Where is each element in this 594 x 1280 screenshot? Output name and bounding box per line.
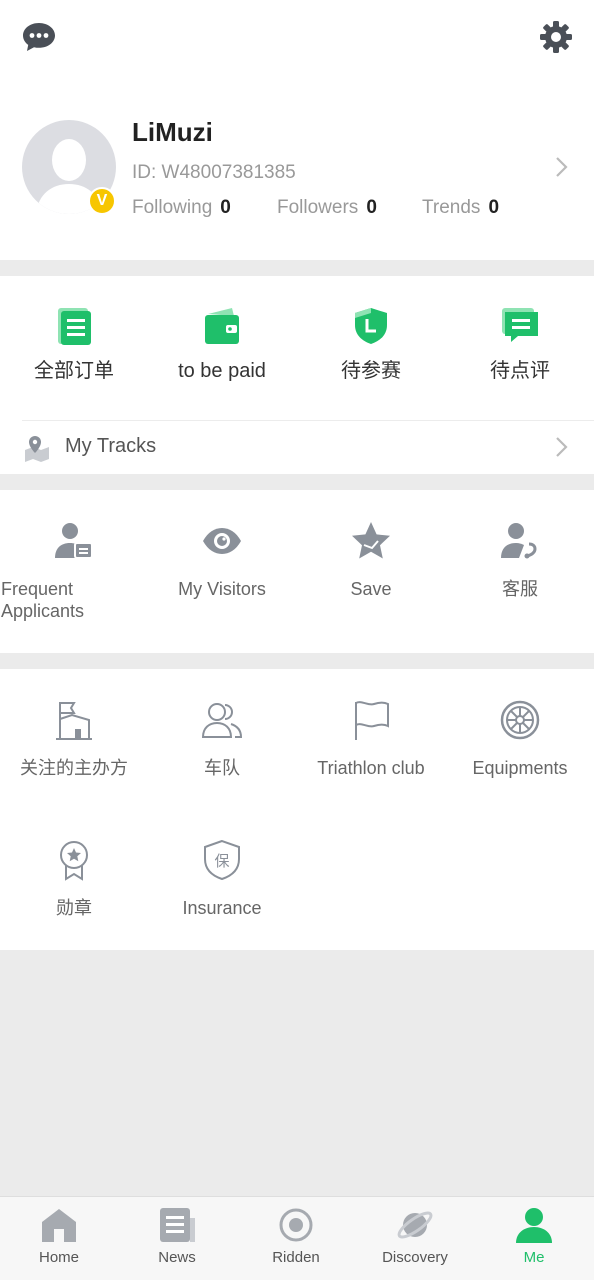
flag-icon bbox=[355, 701, 389, 740]
insurance-label: Insurance bbox=[182, 898, 262, 918]
stat-followers[interactable]: Followers 0 bbox=[277, 197, 377, 219]
my-tracks-label: My Tracks bbox=[65, 435, 157, 457]
me-icon bbox=[516, 1208, 552, 1243]
triathlon-label: Triathlon club bbox=[317, 758, 425, 778]
team-label: 车队 bbox=[204, 758, 240, 778]
order-label: 全部订单 bbox=[34, 360, 114, 382]
order-label: to be paid bbox=[178, 360, 266, 382]
medals-button[interactable]: 勋章 bbox=[0, 839, 148, 919]
chevron-right-icon bbox=[556, 437, 568, 457]
service-label: 客服 bbox=[502, 579, 538, 599]
shield-l-icon bbox=[355, 308, 387, 344]
save-button[interactable]: Save bbox=[297, 520, 445, 600]
stat-following[interactable]: Following 0 bbox=[132, 197, 231, 219]
team-icon bbox=[201, 703, 243, 738]
applicants-label: Frequent Applicants bbox=[1, 579, 85, 621]
news-icon bbox=[160, 1208, 195, 1242]
order-list-icon bbox=[58, 308, 91, 345]
order-label: 待参赛 bbox=[341, 360, 401, 382]
settings-gear-icon[interactable] bbox=[536, 17, 576, 57]
stat-label: Trends bbox=[422, 197, 481, 218]
tab-me[interactable]: Me bbox=[475, 1197, 593, 1280]
medals-label: 勋章 bbox=[56, 898, 92, 918]
customer-service-icon bbox=[501, 523, 537, 559]
tab-discovery[interactable]: Discovery bbox=[356, 1197, 474, 1280]
equipments-label: Equipments bbox=[472, 758, 568, 778]
discovery-icon bbox=[397, 1211, 433, 1239]
tab-label: Discovery bbox=[382, 1249, 448, 1266]
save-label: Save bbox=[350, 579, 392, 599]
svg-text:保: 保 bbox=[214, 852, 229, 870]
wheel-icon bbox=[500, 700, 540, 740]
visitors-label: My Visitors bbox=[178, 579, 266, 599]
home-icon bbox=[42, 1209, 76, 1242]
triathlon-club-button[interactable]: Triathlon club bbox=[297, 699, 445, 779]
tab-label: Ridden bbox=[272, 1249, 320, 1266]
team-button[interactable]: 车队 bbox=[148, 699, 296, 779]
equipments-button[interactable]: Equipments bbox=[446, 699, 594, 779]
chevron-right-icon[interactable] bbox=[554, 155, 570, 179]
applicant-card-icon bbox=[55, 523, 93, 559]
star-icon bbox=[352, 522, 390, 559]
organizers-label: 关注的主办方 bbox=[20, 758, 128, 778]
bottom-tab-bar: Home News Ridden Discovery Me bbox=[0, 1196, 594, 1280]
order-pending-review-button[interactable]: 待点评 bbox=[446, 306, 594, 382]
ridden-icon bbox=[279, 1208, 313, 1242]
tab-home[interactable]: Home bbox=[0, 1197, 118, 1280]
my-tracks-row[interactable]: My Tracks bbox=[0, 421, 594, 474]
stat-value: 0 bbox=[488, 197, 500, 218]
stat-label: Following bbox=[132, 197, 213, 218]
user-id: ID: W48007381385 bbox=[132, 162, 296, 183]
tab-label: News bbox=[158, 1249, 196, 1266]
stat-value: 0 bbox=[366, 197, 377, 218]
verified-badge: V bbox=[88, 187, 116, 215]
order-to-be-paid-button[interactable]: to be paid bbox=[148, 306, 296, 382]
stat-value: 0 bbox=[220, 197, 231, 218]
customer-service-button[interactable]: 客服 bbox=[446, 520, 594, 600]
orders-section: 全部订单 to be paid 待参赛 待点评 My Tracks bbox=[0, 276, 594, 474]
username: LiMuzi bbox=[132, 117, 213, 147]
organizer-flag-icon bbox=[56, 702, 92, 740]
stat-trends[interactable]: Trends 0 bbox=[422, 197, 499, 219]
tab-label: Me bbox=[523, 1249, 545, 1266]
tab-ridden[interactable]: Ridden bbox=[237, 1197, 355, 1280]
more-section: 关注的主办方 车队 Triathlon club Equipments 勋章 保… bbox=[0, 669, 594, 950]
message-icon[interactable] bbox=[20, 20, 58, 54]
followed-organizers-button[interactable]: 关注的主办方 bbox=[0, 699, 148, 779]
medal-icon bbox=[60, 841, 88, 881]
my-visitors-button[interactable]: My Visitors bbox=[148, 520, 296, 600]
order-label: 待点评 bbox=[490, 360, 550, 382]
order-all-button[interactable]: 全部订单 bbox=[0, 306, 148, 382]
map-pin-icon bbox=[25, 436, 49, 462]
tab-news[interactable]: News bbox=[118, 1197, 236, 1280]
wallet-icon bbox=[205, 308, 239, 344]
profile-section: V LiMuzi ID: W48007381385 Following 0 Fol… bbox=[0, 0, 594, 260]
insurance-button[interactable]: 保 Insurance bbox=[148, 839, 296, 919]
frequent-applicants-button[interactable]: Frequent Applicants bbox=[0, 520, 148, 622]
order-pending-race-button[interactable]: 待参赛 bbox=[297, 306, 445, 382]
comment-icon bbox=[502, 308, 538, 342]
utilities-section: Frequent Applicants My Visitors Save 客服 bbox=[0, 490, 594, 653]
eye-icon bbox=[203, 528, 241, 554]
stat-label: Followers bbox=[277, 197, 359, 218]
insurance-shield-icon: 保 bbox=[204, 839, 240, 881]
tab-label: Home bbox=[38, 1249, 79, 1266]
